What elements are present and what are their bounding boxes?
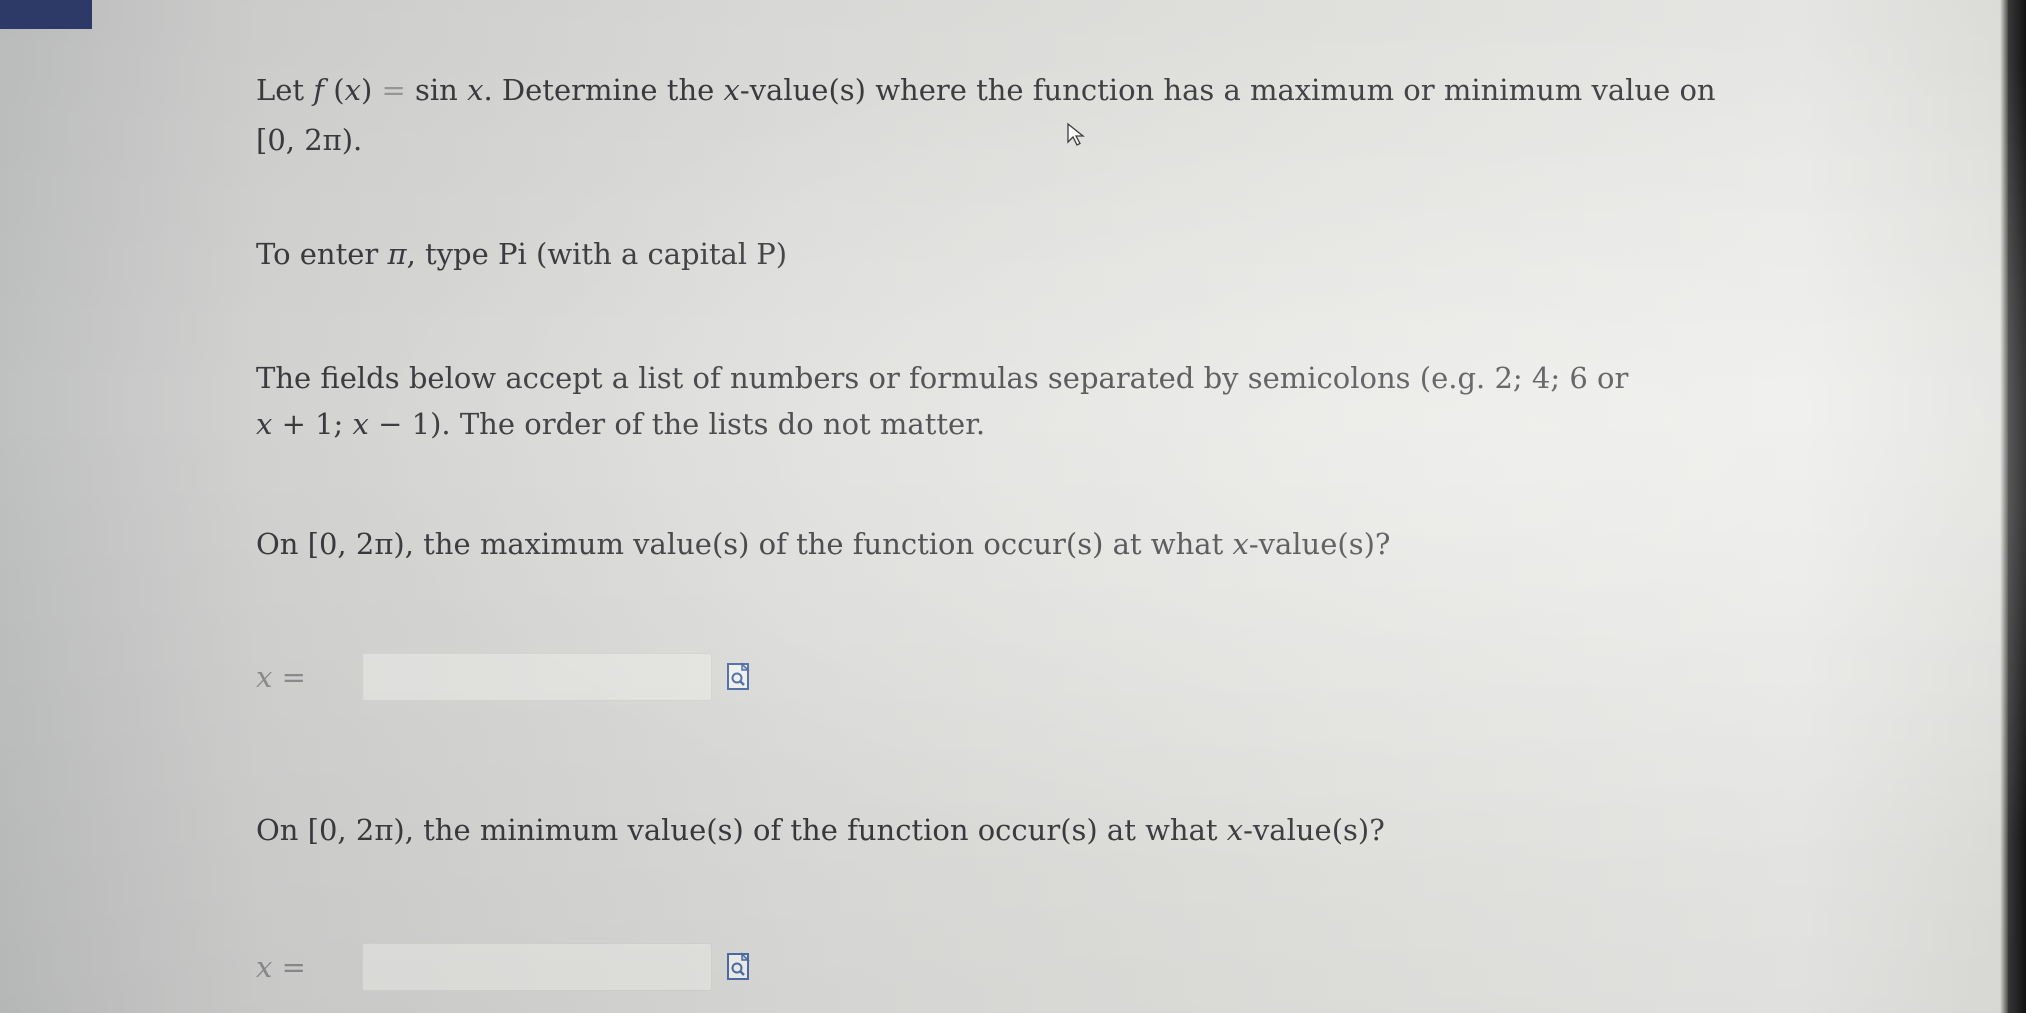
- math-x: x: [1226, 813, 1244, 847]
- math-x: x: [1232, 527, 1249, 561]
- note-text: − 1). The order of the lists do not matt…: [368, 407, 986, 441]
- math-f: f: [313, 73, 325, 107]
- hint-text: To enter: [256, 237, 388, 271]
- pi-hint: To enter π, type Pi (with a capital P): [256, 234, 787, 274]
- note-text: + 1;: [272, 407, 353, 441]
- maximum-answer-input[interactable]: [362, 653, 712, 701]
- question-text: -value(s)?: [1248, 527, 1391, 561]
- header-badge[interactable]: [0, 0, 92, 29]
- answer-label: x =: [256, 660, 306, 694]
- answer-label: x =: [256, 950, 306, 984]
- mouse-cursor-icon: [1067, 122, 1085, 146]
- math-x: x: [723, 73, 740, 107]
- statement-text: . Determine the: [483, 73, 724, 107]
- math-x: x: [352, 407, 369, 441]
- statement-text: -value(s) where the function has a maxim…: [739, 73, 1716, 107]
- math-x: x: [344, 73, 361, 107]
- problem-statement-line-2: [0, 2π).: [256, 123, 363, 157]
- statement-text: ): [360, 73, 382, 107]
- question-minimum: On [0, 2π), the minimum value(s) of the …: [256, 810, 1385, 850]
- question-text: -value(s)?: [1243, 813, 1385, 847]
- question-text: On [0, 2π), the maximum value(s) of the …: [256, 527, 1233, 561]
- statement-text: Let: [256, 73, 314, 107]
- question-maximum: On [0, 2π), the maximum value(s) of the …: [256, 524, 1390, 564]
- equals-sign: =: [381, 73, 406, 107]
- math-pi: π: [387, 237, 407, 271]
- statement-text: (: [324, 73, 345, 107]
- fields-note-line-2: x + 1; x − 1). The order of the lists do…: [256, 404, 985, 444]
- answer-row-minimum: x =: [256, 940, 752, 994]
- screen-edge: [2008, 0, 2026, 1013]
- math-sin: sin: [405, 73, 468, 107]
- fields-note-line-1: The fields below accept a list of number…: [256, 361, 1629, 395]
- math-x: x: [467, 73, 484, 107]
- answer-row-maximum: x =: [256, 650, 752, 704]
- preview-icon[interactable]: [726, 662, 752, 692]
- preview-icon[interactable]: [726, 952, 752, 982]
- math-x: x: [256, 407, 273, 441]
- minimum-answer-input[interactable]: [362, 943, 712, 991]
- problem-statement-line-1: Let f (x) = sin x. Determine the x-value…: [256, 70, 1716, 110]
- hint-text: , type Pi (with a capital P): [406, 237, 788, 271]
- question-text: On [0, 2π), the minimum value(s) of the …: [256, 813, 1227, 847]
